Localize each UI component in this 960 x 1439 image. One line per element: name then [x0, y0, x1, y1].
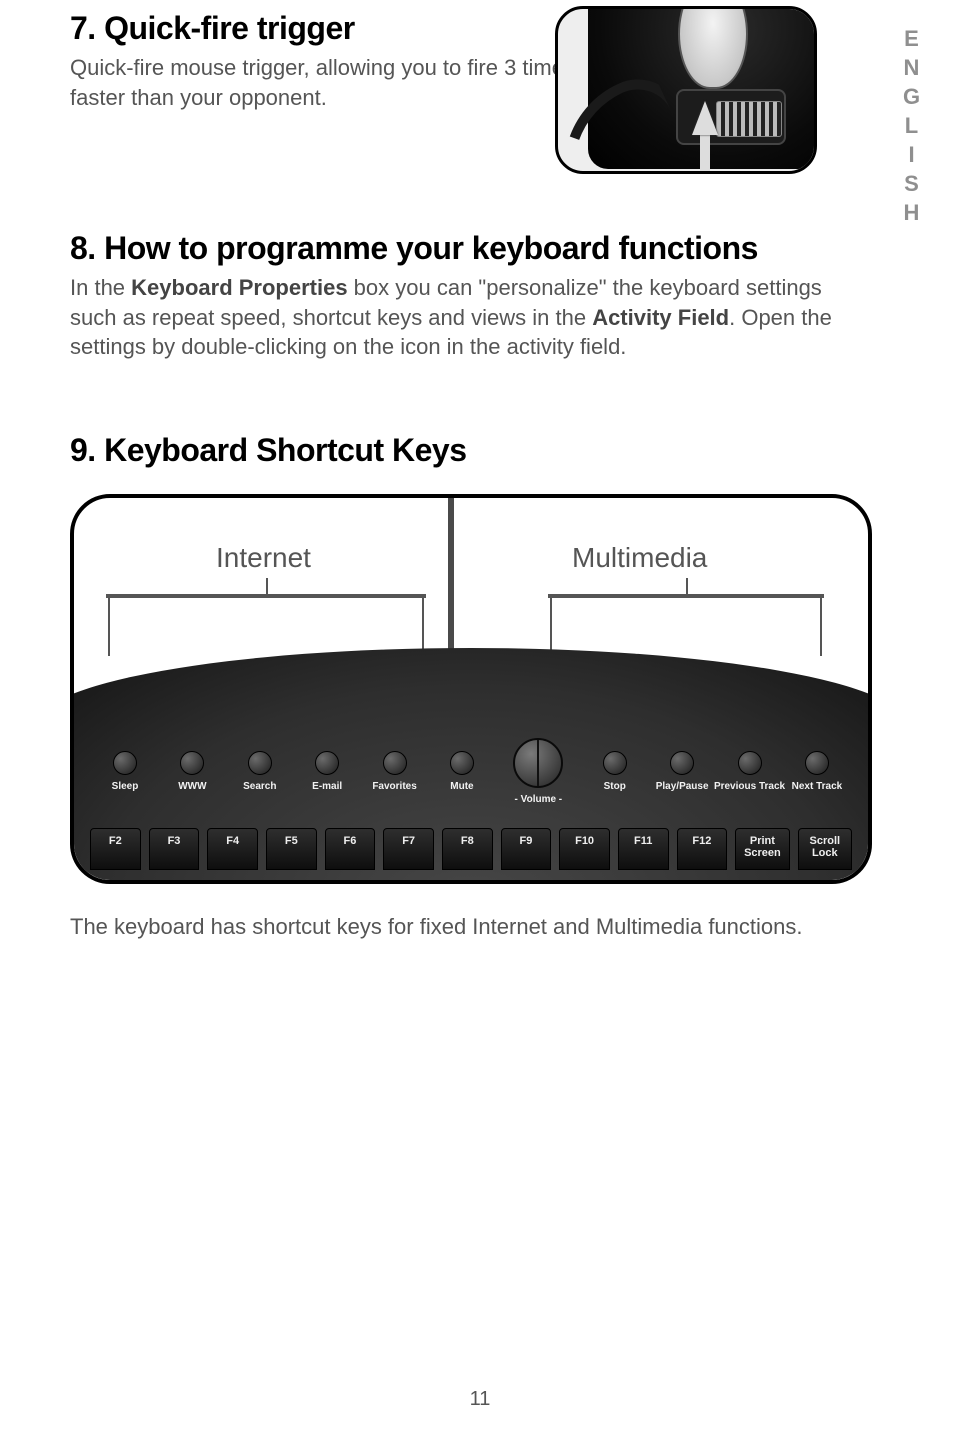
key-f8: F8: [442, 828, 493, 870]
figure-keyboard: Internet Multimedia Sleep WWW Search E-m…: [70, 494, 872, 884]
page-number: 11: [470, 1388, 491, 1411]
volume-wheel: - Volume -: [498, 738, 578, 805]
key-f9: F9: [501, 828, 552, 870]
media-email: E-mail: [296, 751, 358, 792]
section-9-footer: The keyboard has shortcut keys for fixed…: [70, 914, 890, 940]
key-f10: F10: [559, 828, 610, 870]
arrow-stem: [700, 133, 710, 173]
media-www: WWW: [161, 751, 223, 792]
key-f4: F4: [207, 828, 258, 870]
section-9: 9. Keyboard Shortcut Keys Internet Multi…: [70, 432, 890, 940]
media-favorites: Favorites: [364, 751, 426, 792]
language-tab: ENGLISH: [898, 26, 924, 229]
label-internet: Internet: [216, 542, 311, 574]
body-8-pre: In the: [70, 275, 131, 300]
key-f2: F2: [90, 828, 141, 870]
media-sleep: Sleep: [94, 751, 156, 792]
media-next: Next Track: [786, 751, 848, 792]
heading-9: 9. Keyboard Shortcut Keys: [70, 432, 890, 469]
key-f6: F6: [325, 828, 376, 870]
bracket-internet: [106, 594, 426, 598]
key-f3: F3: [149, 828, 200, 870]
media-search: Search: [229, 751, 291, 792]
media-row: Sleep WWW Search E-mail Favorites Mute -…: [84, 736, 858, 806]
section-8: 8. How to programme your keyboard functi…: [70, 230, 890, 362]
body-7: Quick-fire mouse trigger, allowing you t…: [70, 53, 590, 112]
key-printscreen: Print Screen: [735, 828, 789, 870]
figure-mouse-closeup: [555, 6, 817, 174]
key-scrolllock: Scroll Lock: [798, 828, 852, 870]
key-f12: F12: [677, 828, 728, 870]
media-prev: Previous Track: [719, 751, 781, 792]
keyboard-cable: [448, 494, 472, 664]
body-8-bold2: Activity Field: [592, 305, 729, 330]
key-f11: F11: [618, 828, 669, 870]
media-stop: Stop: [584, 751, 646, 792]
media-mute: Mute: [431, 751, 493, 792]
key-f7: F7: [383, 828, 434, 870]
media-playpause: Play/Pause: [651, 751, 713, 792]
connector-grille: [716, 101, 782, 137]
label-multimedia: Multimedia: [572, 542, 707, 574]
fkey-row: F2 F3 F4 F5 F6 F7 F8 F9 F10 F11 F12 Prin…: [84, 828, 858, 870]
key-f5: F5: [266, 828, 317, 870]
heading-8: 8. How to programme your keyboard functi…: [70, 230, 890, 267]
body-8-bold1: Keyboard Properties: [131, 275, 347, 300]
bracket-multimedia: [548, 594, 824, 598]
arrow-icon: [692, 101, 718, 135]
body-8: In the Keyboard Properties box you can "…: [70, 273, 850, 362]
